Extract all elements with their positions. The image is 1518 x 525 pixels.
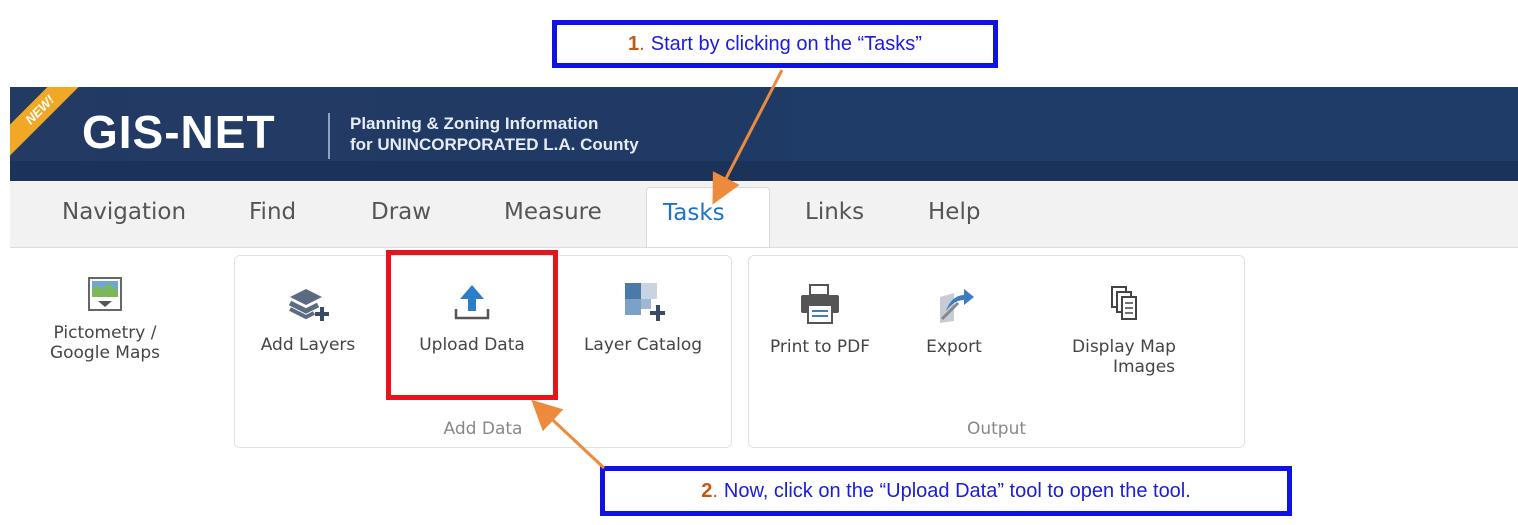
arrow-to-upload-data (531, 399, 606, 470)
annotation-arrows (531, 69, 784, 470)
arrow-to-tasks-tab (712, 69, 784, 205)
